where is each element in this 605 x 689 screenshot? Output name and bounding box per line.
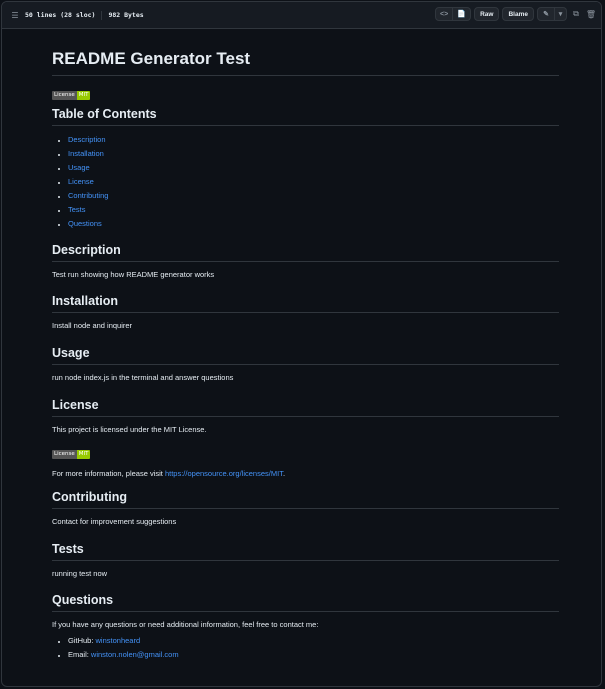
toc-item-contributing: Contributing <box>68 189 559 203</box>
toc-link-contributing[interactable]: Contributing <box>68 191 108 200</box>
chevron-down-icon[interactable]: ▾ <box>555 7 567 21</box>
toc-item-tests: Tests <box>68 203 559 217</box>
toc-link-description[interactable]: Description <box>68 135 106 144</box>
badge-value: MIT <box>76 449 91 459</box>
license-badge-inline[interactable]: License MIT <box>52 442 559 460</box>
file-viewer: ☰ 50 lines (28 sloc) 982 Bytes <> 📄 Raw … <box>1 1 602 687</box>
contact-list: GitHub: winstonheard Email: winston.nole… <box>52 634 559 662</box>
badge-label: License <box>52 449 77 459</box>
toc-section: Table of Contents Description Installati… <box>52 107 559 231</box>
toc-link-questions[interactable]: Questions <box>68 219 102 228</box>
toc-list: Description Installation Usage License C… <box>52 133 559 231</box>
raw-button[interactable]: Raw <box>474 7 500 21</box>
more-info-suffix: . <box>282 469 286 478</box>
contact-github: GitHub: winstonheard <box>68 634 559 648</box>
blame-button[interactable]: Blame <box>502 7 534 21</box>
delete-icon[interactable]: 🗑 <box>585 7 597 21</box>
contributing-section: Contributing Contact for improvement sug… <box>52 490 559 526</box>
questions-heading: Questions <box>52 593 559 612</box>
pencil-icon[interactable]: ✎ <box>537 7 555 21</box>
email-link[interactable]: winston.nolen@gmail.com <box>91 650 179 659</box>
license-section: License This project is licensed under t… <box>52 398 559 478</box>
badge-label: License <box>52 90 77 100</box>
questions-section: Questions If you have any questions or n… <box>52 593 559 662</box>
view-toggle: <> 📄 <box>435 7 472 21</box>
toc-heading: Table of Contents <box>52 107 559 126</box>
more-info-prefix: For more information, please visit <box>52 469 165 478</box>
badge-value: MIT <box>76 90 91 100</box>
installation-section: Installation Install node and inquirer <box>52 294 559 330</box>
installation-text: Install node and inquirer <box>52 321 133 330</box>
toc-item-questions: Questions <box>68 217 559 231</box>
tests-heading: Tests <box>52 542 559 561</box>
copy-icon[interactable]: ⧉ <box>570 7 582 21</box>
description-heading: Description <box>52 243 559 262</box>
description-section: Description Test run showing how README … <box>52 243 559 279</box>
toc-link-license[interactable]: License <box>68 177 94 186</box>
toc-item-installation: Installation <box>68 147 559 161</box>
usage-text: run node index.js in the terminal and an… <box>52 373 234 382</box>
line-count: 50 lines (28 sloc) <box>25 11 96 19</box>
toc-item-usage: Usage <box>68 161 559 175</box>
toc-item-license: License <box>68 175 559 189</box>
github-label: GitHub: <box>68 636 96 645</box>
license-heading: License <box>52 398 559 417</box>
license-badge[interactable]: License MIT <box>52 83 559 101</box>
contact-email: Email: winston.nolen@gmail.com <box>68 648 559 662</box>
edit-group: ✎ ▾ <box>537 7 567 21</box>
preview-view-icon[interactable]: 📄 <box>453 7 472 21</box>
installation-heading: Installation <box>52 294 559 313</box>
toc-link-usage[interactable]: Usage <box>68 163 90 172</box>
toc-link-installation[interactable]: Installation <box>68 149 104 158</box>
questions-text: If you have any questions or need additi… <box>52 620 319 629</box>
toc-link-tests[interactable]: Tests <box>68 205 86 214</box>
usage-heading: Usage <box>52 346 559 365</box>
toolbar-actions: <> 📄 Raw Blame ✎ ▾ ⧉ 🗑 <box>435 7 597 21</box>
usage-section: Usage run node index.js in the terminal … <box>52 346 559 382</box>
description-text: Test run showing how README generator wo… <box>52 270 215 279</box>
mit-license-link[interactable]: https://opensource.org/licenses/MIT <box>165 469 283 478</box>
contributing-heading: Contributing <box>52 490 559 509</box>
email-label: Email: <box>68 650 91 659</box>
file-toolbar: ☰ 50 lines (28 sloc) 982 Bytes <> 📄 Raw … <box>2 2 601 29</box>
license-text: This project is licensed under the MIT L… <box>52 425 207 434</box>
outline-icon[interactable]: ☰ <box>11 11 19 20</box>
contributing-text: Contact for improvement suggestions <box>52 517 177 526</box>
toolbar-divider <box>101 10 103 20</box>
toc-item-description: Description <box>68 133 559 147</box>
tests-text: running test now <box>52 569 108 578</box>
file-size: 982 Bytes <box>108 11 144 19</box>
readme-title-block: README Generator Test <box>52 29 559 76</box>
github-link[interactable]: winstonheard <box>96 636 141 645</box>
license-more-info: For more information, please visit https… <box>52 469 559 478</box>
code-view-icon[interactable]: <> <box>435 7 454 21</box>
tests-section: Tests running test now <box>52 542 559 578</box>
readme-title: README Generator Test <box>52 49 559 76</box>
